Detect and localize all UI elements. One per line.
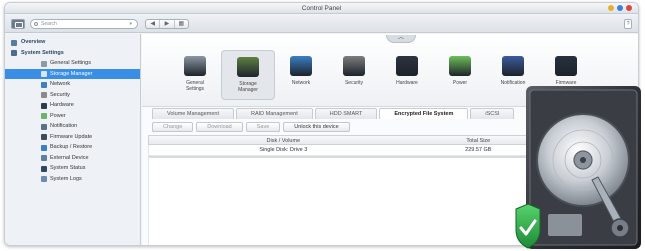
- firmware-update-icon: [41, 134, 47, 140]
- notification-icon: [502, 56, 524, 76]
- sidebar-item-label: System Settings: [21, 49, 64, 56]
- sidebar-item-power[interactable]: Power: [5, 111, 140, 122]
- sidebar-item-overview[interactable]: Overview: [5, 37, 140, 48]
- network-icon: [290, 56, 312, 76]
- sidebar-item-external-device[interactable]: External Device: [5, 153, 140, 164]
- sidebar-item-label: Security: [50, 91, 70, 98]
- tab-raid-management[interactable]: RAID Management: [235, 108, 313, 119]
- grid-view-button[interactable]: ▦: [175, 20, 188, 28]
- sidebar-item-system-status[interactable]: System Status: [5, 163, 140, 174]
- sidebar: Overview System Settings General Settings S…: [5, 34, 141, 245]
- help-button[interactable]: ?: [624, 19, 632, 29]
- external-device-icon: [41, 155, 47, 161]
- sidebar-item-label: System Logs: [50, 175, 82, 182]
- sidebar-item-label: Notification: [50, 123, 78, 129]
- app-notification[interactable]: Notification: [486, 56, 540, 86]
- search-placeholder: Search: [41, 21, 57, 27]
- tab-hdd-smart[interactable]: HDD SMART: [314, 108, 378, 119]
- app-label: Network: [291, 80, 311, 86]
- power-icon: [41, 113, 47, 119]
- overview-icon: [11, 39, 17, 46]
- app-hardware[interactable]: Hardware: [380, 56, 434, 86]
- sidebar-item-label: Power: [50, 112, 66, 119]
- navigation-buttons: ◀ ▶ ▦: [145, 19, 189, 29]
- close-icon[interactable]: [626, 5, 632, 11]
- sidebar-item-firmware-update[interactable]: Firmware Update: [5, 132, 140, 143]
- app-label: Security: [344, 80, 364, 86]
- sidebar-item-hardware[interactable]: Hardware: [5, 100, 140, 111]
- sidebar-item-label: Hardware: [50, 102, 74, 108]
- back-button[interactable]: ◀: [146, 20, 161, 28]
- app-label: Power: [452, 80, 468, 86]
- app-general-settings[interactable]: General Settings: [168, 56, 222, 92]
- general-settings-icon: [41, 60, 47, 67]
- table-empty-area: [148, 158, 540, 245]
- hardware-icon: [396, 56, 418, 76]
- backup-restore-icon: [41, 144, 47, 151]
- download-button[interactable]: Download: [196, 122, 243, 132]
- firmware-update-icon: [555, 56, 577, 76]
- unlock-this-device-button[interactable]: Unlock this device: [283, 122, 350, 132]
- search-options-icon[interactable]: ▾: [129, 20, 132, 28]
- general-settings-icon: [184, 56, 206, 76]
- sidebar-item-label: Backup / Restore: [50, 144, 93, 150]
- app-network[interactable]: Network: [274, 56, 328, 86]
- sidebar-item-network[interactable]: Network: [5, 79, 140, 90]
- change-button[interactable]: Change: [152, 122, 194, 132]
- security-icon: [343, 56, 365, 76]
- title-bar: Control Panel: [5, 3, 638, 14]
- hardware-icon: [41, 102, 47, 109]
- sidebar-item-label: External Device: [50, 154, 89, 161]
- network-icon: [41, 81, 47, 88]
- save-button[interactable]: Save: [245, 122, 281, 132]
- app-power[interactable]: Power: [433, 56, 487, 86]
- minimize-icon[interactable]: [608, 5, 614, 11]
- window-title: Control Panel: [301, 5, 342, 12]
- sidebar-item-notification[interactable]: Notification: [5, 121, 140, 132]
- sidebar-item-storage-manager[interactable]: Storage Manager: [5, 68, 140, 79]
- search-input[interactable]: Search ▾: [30, 19, 138, 29]
- system-status-icon: [41, 165, 47, 172]
- sidebar-item-backup-restore[interactable]: Backup / Restore: [5, 142, 140, 153]
- tab-bar: Volume Management RAID Management HDD SMAR…: [152, 108, 515, 119]
- app-label: General Settings: [185, 80, 205, 92]
- storage-manager-icon: [237, 57, 259, 77]
- toolbar: Search ▾ ◀ ▶ ▦ ?: [5, 15, 638, 33]
- storage-manager-icon: [41, 71, 47, 77]
- system-settings-icon: [11, 50, 17, 56]
- search-icon: [34, 22, 38, 26]
- security-icon: [41, 92, 47, 98]
- app-storage-manager[interactable]: Storage Manager: [221, 50, 275, 100]
- tab-encrypted-file-system[interactable]: Encrypted File System: [379, 108, 469, 119]
- app-security[interactable]: Security: [327, 56, 381, 86]
- menu-toggle-icon[interactable]: [11, 19, 25, 29]
- maximize-icon[interactable]: [617, 5, 623, 11]
- tab-volume-management[interactable]: Volume Management: [152, 108, 234, 119]
- table-row[interactable]: Single Disk: Drive 3 229.57 GB: [148, 145, 540, 156]
- sidebar-item-label: Firmware Update: [50, 133, 93, 140]
- app-label: Hardware: [396, 80, 418, 86]
- sidebar-item-security[interactable]: Security: [5, 90, 140, 101]
- notification-icon: [41, 123, 47, 130]
- sidebar-item-label: General Settings: [50, 60, 91, 66]
- column-disk-volume[interactable]: Disk / Volume: [149, 136, 418, 144]
- collapse-strip-icon[interactable]: ︿: [386, 35, 416, 43]
- sidebar-item-system-logs[interactable]: System Logs: [5, 174, 140, 185]
- table-header: Disk / Volume Total Size: [148, 135, 540, 145]
- disk-volume-cell: Single Disk: Drive 3: [259, 147, 308, 153]
- forward-button[interactable]: ▶: [160, 20, 175, 28]
- power-icon: [449, 56, 471, 76]
- system-logs-icon: [41, 176, 47, 182]
- sidebar-item-label: Storage Manager: [50, 70, 93, 77]
- sidebar-item-system-settings[interactable]: System Settings: [5, 48, 140, 59]
- encrypted-hard-drive-icon: [515, 86, 641, 249]
- action-toolbar: Change Download Save Unlock this device: [152, 122, 350, 132]
- sidebar-item-label: Overview: [21, 39, 46, 45]
- sidebar-item-label: System Status: [50, 165, 86, 171]
- sidebar-item-general-settings[interactable]: General Settings: [5, 58, 140, 69]
- sidebar-item-label: Network: [50, 81, 71, 87]
- app-firmware-update[interactable]: Firmware: [539, 56, 593, 86]
- app-label: Storage Manager: [238, 81, 258, 93]
- window-controls: [608, 5, 632, 11]
